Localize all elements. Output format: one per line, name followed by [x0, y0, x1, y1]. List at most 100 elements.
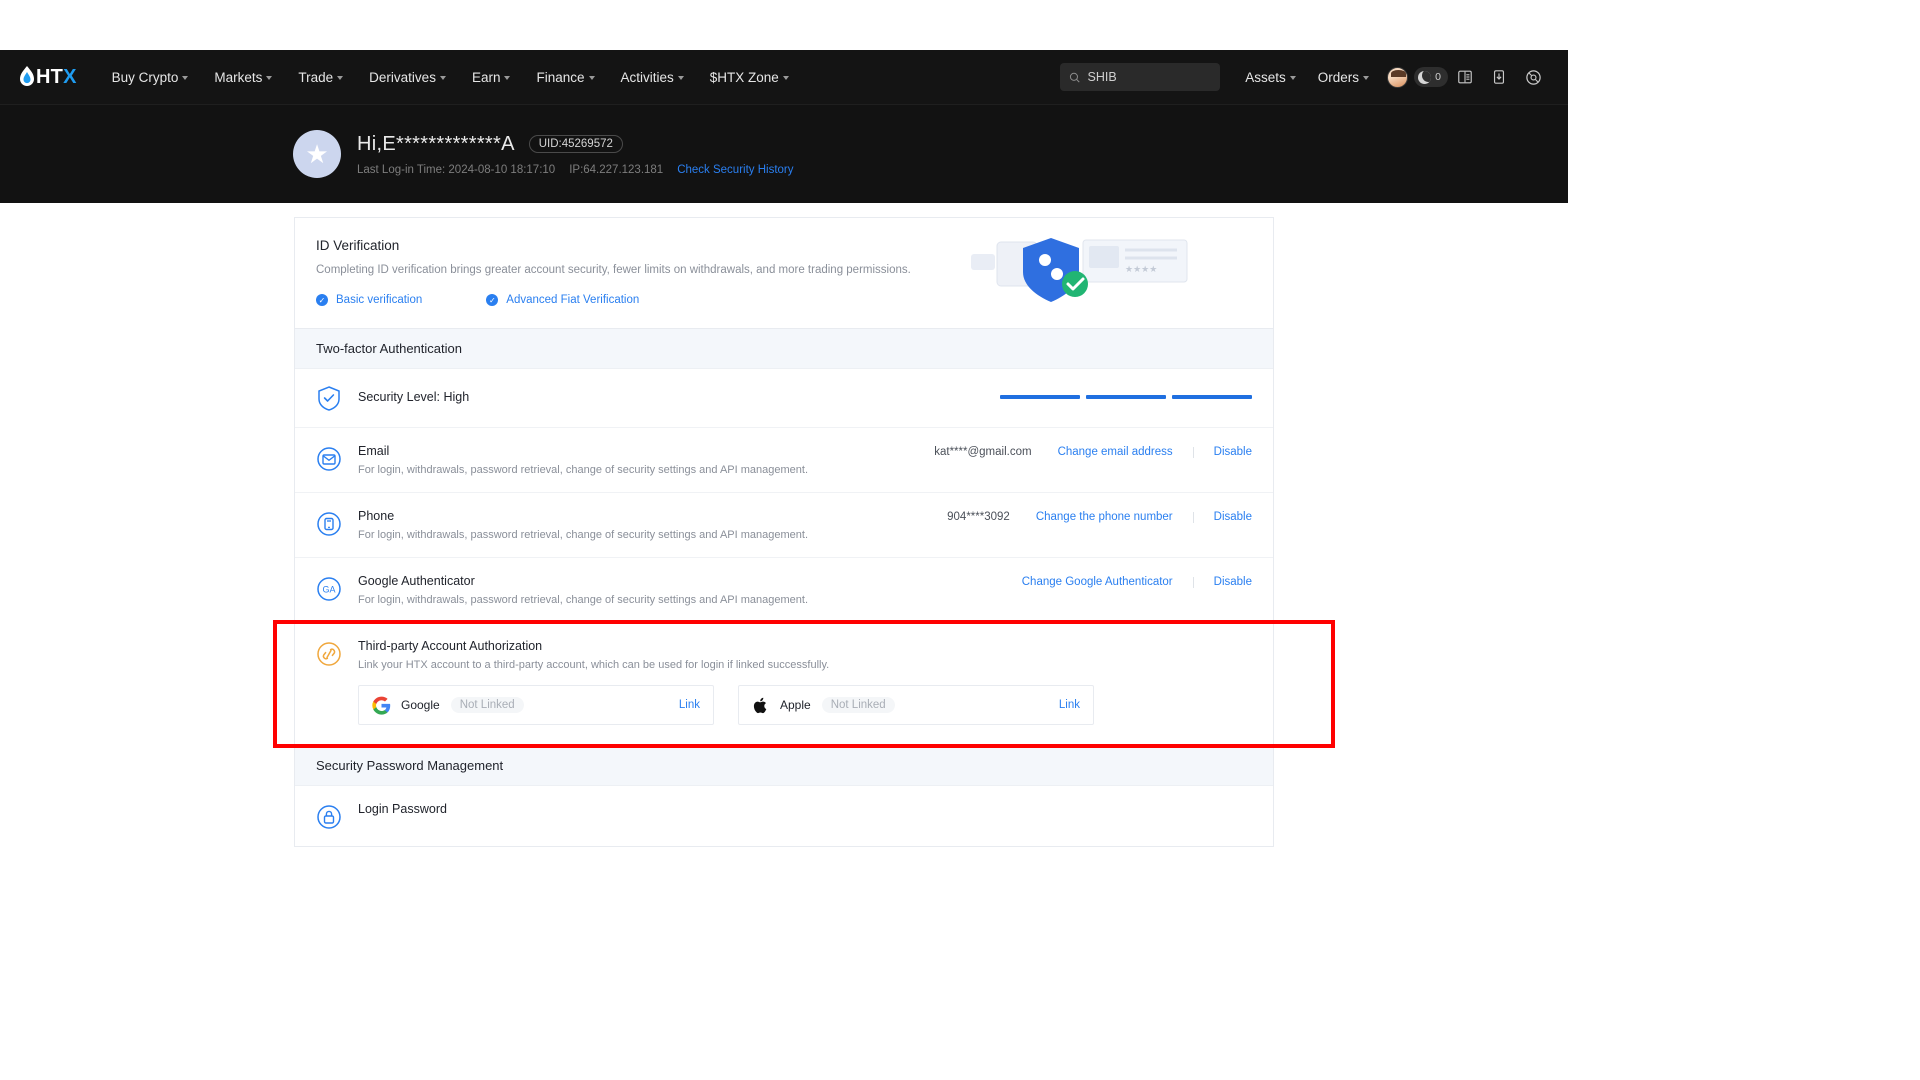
check-circle-icon: ✓	[316, 294, 328, 306]
nav-item-markets[interactable]: Markets	[201, 64, 285, 91]
disable-email-link[interactable]: Disable	[1214, 446, 1252, 458]
divider	[1192, 576, 1194, 588]
change-email-link[interactable]: Change email address	[1058, 446, 1173, 458]
nav-item-orders[interactable]: Orders	[1307, 64, 1380, 91]
chevron-down-icon	[1289, 76, 1296, 80]
uid-badge: UID:45269572	[528, 135, 623, 153]
email-row-actions: kat****@gmail.com Change email address D…	[934, 444, 1252, 458]
link-icon	[316, 641, 342, 667]
inbox-icon	[1458, 70, 1472, 84]
login-password-row: Login Password	[295, 786, 1273, 846]
change-google-authenticator-link[interactable]: Change Google Authenticator	[1022, 576, 1173, 588]
search-icon	[1070, 72, 1080, 82]
chevron-down-icon	[439, 76, 446, 80]
nav-item-buy-crypto[interactable]: Buy Crypto	[99, 64, 202, 91]
third-party-authorization-row: Third-party Account Authorization Link y…	[295, 623, 1273, 745]
nav-item-activities[interactable]: Activities	[608, 64, 697, 91]
search-input[interactable]	[1087, 70, 1212, 84]
logo-wordmark: HTX	[36, 65, 77, 88]
google-authenticator-row: GA Google Authenticator For login, withd…	[295, 558, 1273, 623]
search-box[interactable]	[1060, 63, 1221, 91]
third-party-status: Not Linked	[450, 697, 524, 713]
disable-google-authenticator-link[interactable]: Disable	[1214, 576, 1252, 588]
site-viewport: HTX Buy Crypto Markets Trade Derivatives…	[0, 0, 1568, 1080]
account-meta-row: Last Log-in Time: 2024-08-10 18:17:10 IP…	[357, 164, 794, 176]
main-content: ID Verification Completing ID verificati…	[0, 203, 1568, 847]
nav-label: Orders	[1317, 69, 1359, 85]
points-pill: 0	[1414, 67, 1448, 87]
row-title: Phone	[358, 509, 395, 523]
id-verification-illustration: ★★★★	[971, 238, 1188, 302]
nav-label: Derivatives	[369, 69, 436, 85]
login-password-text: Login Password	[358, 802, 1252, 816]
chevron-down-icon	[182, 76, 189, 80]
row-title: Google Authenticator	[358, 574, 475, 588]
basic-verification-link[interactable]: ✓ Basic verification	[316, 294, 422, 306]
phone-row-actions: 904****3092 Change the phone number Disa…	[947, 509, 1252, 523]
nav-item-derivatives[interactable]: Derivatives	[356, 64, 459, 91]
phone-row-text: Phone For login, withdrawals, password r…	[358, 509, 947, 541]
coin-icon	[1418, 70, 1432, 84]
phone-row: Phone For login, withdrawals, password r…	[295, 493, 1273, 558]
rewards-points-button[interactable]: 0	[1414, 60, 1448, 94]
check-circle-icon: ✓	[486, 294, 499, 306]
user-avatar-button[interactable]	[1380, 60, 1414, 94]
chevron-down-icon	[782, 76, 789, 80]
nav-label: Assets	[1245, 69, 1286, 85]
google-logo-icon	[372, 696, 391, 715]
download-app-button[interactable]	[1482, 60, 1516, 94]
security-level-label: Security Level: High	[358, 390, 470, 404]
help-circle-icon	[1525, 69, 1541, 85]
row-subtitle: For login, withdrawals, password retriev…	[358, 464, 809, 476]
shield-check-icon	[316, 385, 342, 411]
change-phone-link[interactable]: Change the phone number	[1036, 511, 1173, 523]
security-level-bars	[1000, 395, 1252, 399]
third-party-account-list: Google Not Linked Link Apple Not Linked	[358, 685, 1252, 725]
chevron-down-icon	[504, 76, 511, 80]
check-security-history-link[interactable]: Check Security History	[677, 164, 793, 176]
email-row-text: Email For login, withdrawals, password r…	[358, 444, 934, 476]
nav-item-assets[interactable]: Assets	[1234, 64, 1307, 91]
svg-text:★★★★: ★★★★	[1125, 264, 1157, 274]
htx-logo[interactable]: HTX	[18, 66, 77, 89]
security-bar	[1172, 395, 1252, 399]
profile-avatar[interactable]: ★	[293, 130, 341, 178]
link-google-button[interactable]: Link	[679, 699, 700, 711]
download-icon	[1493, 70, 1505, 84]
top-navigation-bar: HTX Buy Crypto Markets Trade Derivatives…	[0, 50, 1568, 105]
nav-label: Finance	[536, 69, 585, 85]
star-icon: ★	[305, 139, 329, 169]
page-root: HTX Buy Crypto Markets Trade Derivatives…	[0, 0, 1920, 1080]
chevron-down-icon	[1363, 76, 1369, 80]
account-info: Hi,E*************A UID:45269572 Last Log…	[357, 133, 794, 176]
third-party-content: Third-party Account Authorization Link y…	[358, 639, 1252, 725]
third-party-brand: Google	[401, 698, 440, 712]
content-container: ID Verification Completing ID verificati…	[294, 217, 1274, 847]
link-label: Advanced Fiat Verification	[506, 294, 640, 306]
advanced-fiat-verification-link[interactable]: ✓ Advanced Fiat Verification	[486, 294, 639, 306]
row-title: Email	[358, 444, 390, 458]
nav-item-finance[interactable]: Finance	[523, 64, 607, 91]
google-authenticator-icon: GA	[316, 576, 342, 602]
points-count: 0	[1435, 71, 1441, 83]
account-header: ★ Hi,E*************A UID:45269572 Last L…	[0, 105, 1568, 203]
support-button[interactable]	[1516, 60, 1550, 94]
chevron-down-icon	[588, 76, 595, 80]
nav-item-htx-zone[interactable]: $HTX Zone	[697, 64, 802, 91]
divider	[1192, 446, 1194, 458]
row-subtitle: For login, withdrawals, password retriev…	[358, 529, 809, 541]
notifications-button[interactable]	[1448, 60, 1482, 94]
nav-item-earn[interactable]: Earn	[459, 64, 524, 91]
nav-item-trade[interactable]: Trade	[285, 64, 356, 91]
chevron-down-icon	[337, 76, 344, 80]
google-authenticator-row-text: Google Authenticator For login, withdraw…	[358, 574, 1022, 606]
flame-icon	[20, 66, 34, 86]
chevron-down-icon	[266, 76, 273, 80]
email-icon	[316, 446, 342, 472]
security-bar	[1086, 395, 1166, 399]
disable-phone-link[interactable]: Disable	[1214, 511, 1252, 523]
nav-menu: Buy Crypto Markets Trade Derivatives Ear…	[99, 64, 802, 91]
nav-label: $HTX Zone	[709, 69, 779, 85]
link-apple-button[interactable]: Link	[1059, 699, 1080, 711]
nav-label: Buy Crypto	[111, 69, 179, 85]
